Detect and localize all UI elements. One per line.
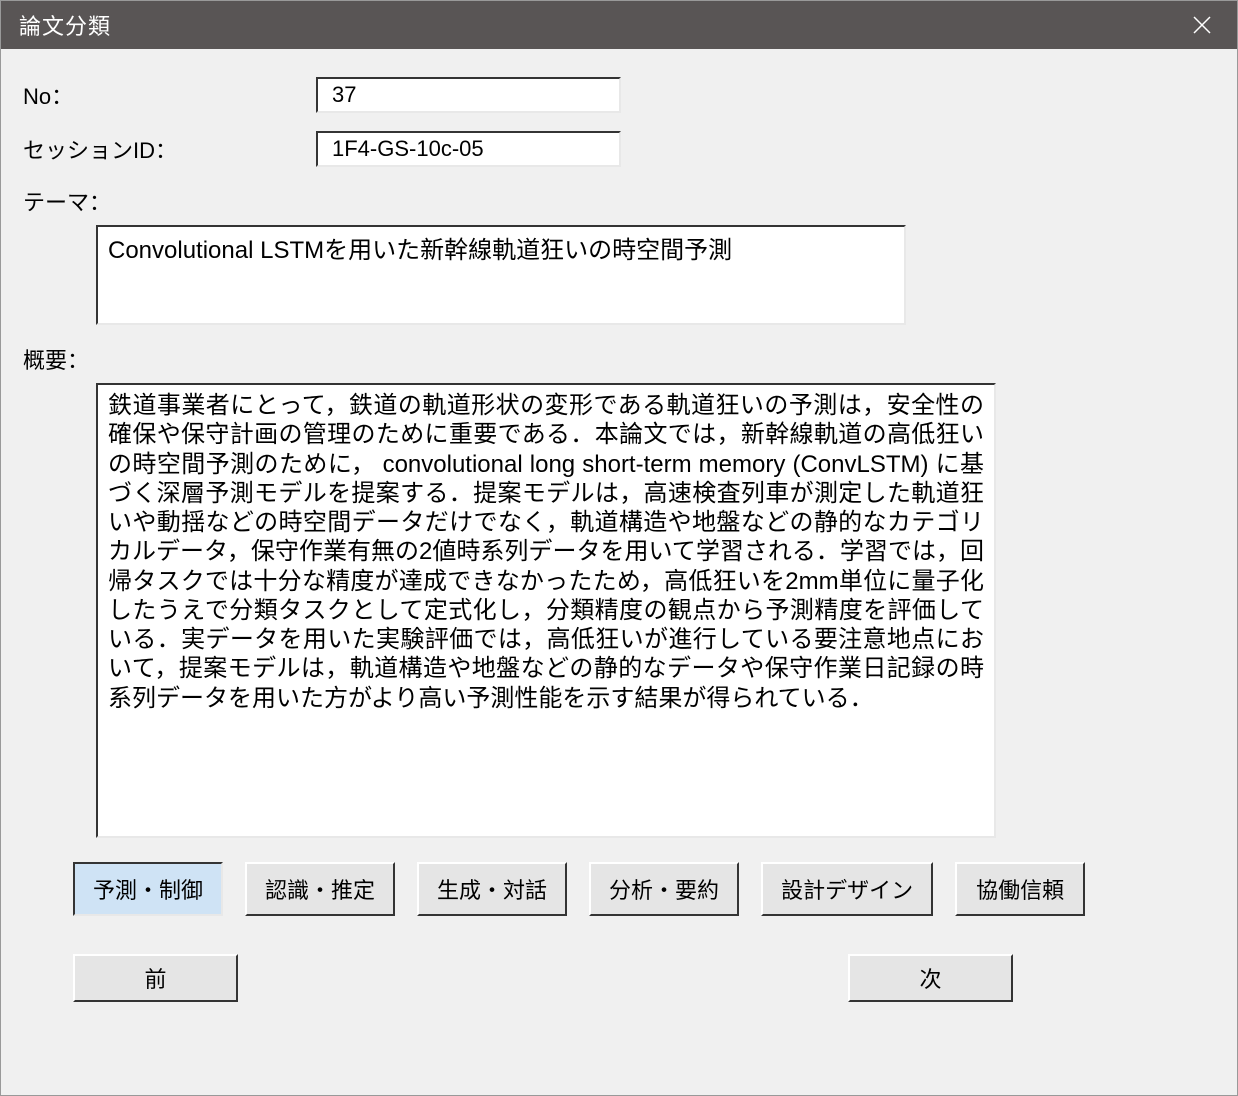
- category-button-group: 予測・制御 認識・推定 生成・対話 分析・要約 設計デザイン 協働信頼: [73, 862, 1221, 916]
- theme-label: テーマ：: [21, 185, 1221, 217]
- prev-button[interactable]: 前: [73, 954, 238, 1002]
- titlebar: 論文分類: [1, 1, 1237, 49]
- category-predict-control-button[interactable]: 予測・制御: [73, 862, 223, 916]
- category-generation-dialogue-button[interactable]: 生成・対話: [417, 862, 567, 916]
- category-recognition-estimation-button[interactable]: 認識・推定: [245, 862, 395, 916]
- nav-button-group: 前 次: [73, 954, 1013, 1002]
- session-row: セッションID：: [21, 131, 1221, 167]
- content-area: No： セッションID： テーマ： 概要： 予測・制御 認識・推定 生成・対話 …: [1, 49, 1237, 1095]
- category-analysis-summary-button[interactable]: 分析・要約: [589, 862, 739, 916]
- window-title: 論文分類: [19, 9, 111, 41]
- no-label: No：: [21, 79, 316, 111]
- main-window: 論文分類 No： セッションID： テーマ： 概要： 予測・制御 認識・推定 生…: [0, 0, 1238, 1096]
- summary-textarea[interactable]: [96, 383, 996, 838]
- session-label: セッションID：: [21, 133, 316, 165]
- category-design-button[interactable]: 設計デザイン: [761, 862, 933, 916]
- no-row: No：: [21, 77, 1221, 113]
- summary-label: 概要：: [21, 343, 1221, 375]
- close-icon: [1193, 16, 1211, 34]
- category-collaboration-trust-button[interactable]: 協働信頼: [955, 862, 1085, 916]
- no-input[interactable]: [316, 77, 621, 113]
- theme-textarea[interactable]: [96, 225, 906, 325]
- close-button[interactable]: [1167, 1, 1237, 49]
- next-button[interactable]: 次: [848, 954, 1013, 1002]
- session-input[interactable]: [316, 131, 621, 167]
